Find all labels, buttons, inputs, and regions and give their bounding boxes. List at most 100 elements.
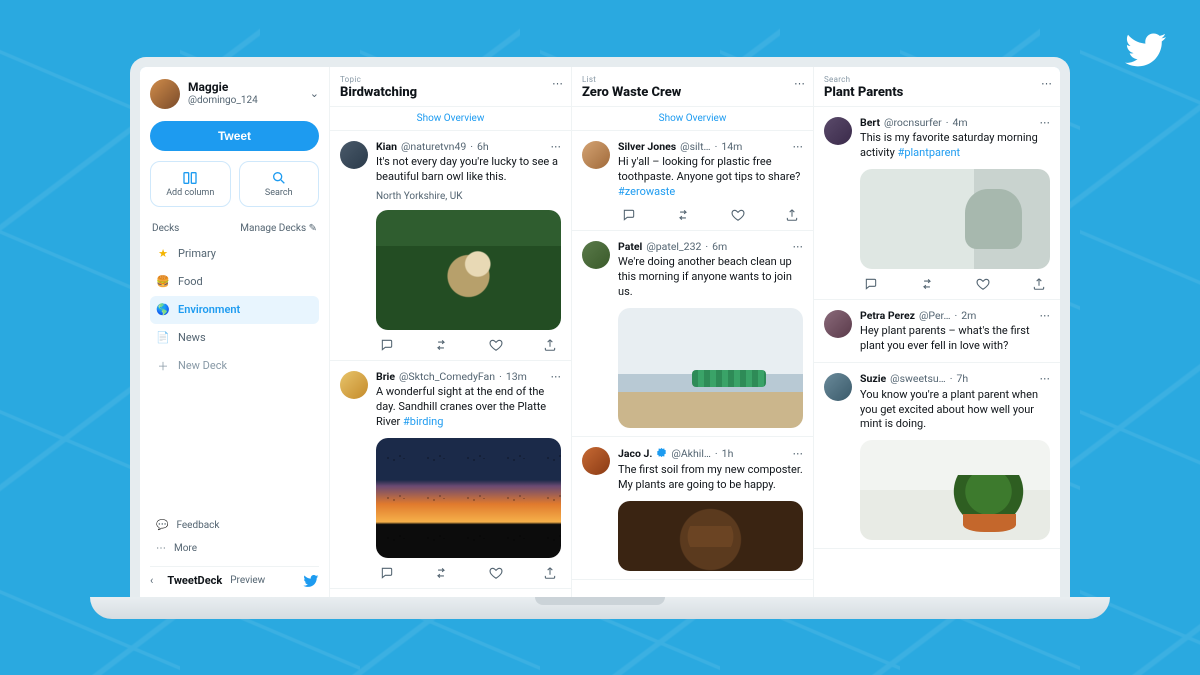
plus-icon: ＋ xyxy=(156,359,170,373)
retweet-icon[interactable] xyxy=(434,338,448,352)
tweet-author[interactable]: Brie xyxy=(376,371,395,384)
retweet-icon[interactable] xyxy=(920,277,934,291)
hashtag-link[interactable]: #plantparent xyxy=(898,146,961,159)
tweet[interactable]: Patel @patel_232 · 6m ⋯ We're doing anot… xyxy=(572,231,813,437)
tweet-button[interactable]: Tweet xyxy=(150,121,319,151)
deck-item-primary[interactable]: ★ Primary xyxy=(150,240,319,268)
like-icon[interactable] xyxy=(489,566,503,580)
avatar[interactable] xyxy=(824,117,852,145)
tweet[interactable]: Suzie @sweetsu… · 7h ⋯ You know you're a… xyxy=(814,363,1060,549)
tweet-author[interactable]: Suzie xyxy=(860,373,886,386)
column-kind: List xyxy=(582,75,803,84)
reply-icon[interactable] xyxy=(864,277,878,291)
tweet-handle: @Per… xyxy=(919,310,951,323)
tweet-time: 14m xyxy=(721,141,742,154)
tweet[interactable]: Petra Perez @Per… · 2m ⋯ Hey plant paren… xyxy=(814,300,1060,363)
column-settings-icon[interactable]: ⋯ xyxy=(794,77,805,90)
retweet-icon[interactable] xyxy=(676,208,690,222)
tweet-media[interactable] xyxy=(376,210,561,330)
tweet-more-icon[interactable]: ⋯ xyxy=(1040,310,1051,323)
tweet-author[interactable]: Bert xyxy=(860,117,880,130)
avatar[interactable] xyxy=(340,371,368,399)
add-column-button[interactable]: Add column xyxy=(150,161,231,207)
tweet[interactable]: Brie @Sktch_ComedyFan · 13m ⋯ A wonderfu… xyxy=(330,361,571,589)
more-link[interactable]: ⋯ More xyxy=(150,537,319,560)
tweet-location: North Yorkshire, UK xyxy=(376,191,561,202)
deck-label: Food xyxy=(178,275,203,288)
show-overview-link[interactable]: Show Overview xyxy=(330,107,571,131)
tweet[interactable]: Silver Jones @silt… · 14m ⋯ Hi y'all – l… xyxy=(572,131,813,231)
deck-label: Environment xyxy=(178,303,240,316)
column-settings-icon[interactable]: ⋯ xyxy=(552,77,563,90)
tweet-author[interactable]: Petra Perez xyxy=(860,310,915,323)
tweet[interactable]: Bert @rocnsurfer · 4m ⋯ This is my favor… xyxy=(814,107,1060,300)
tweet[interactable]: Jaco J. @Akhil… · 1h ⋯ The first soil fr… xyxy=(572,437,813,580)
search-button[interactable]: Search xyxy=(239,161,320,207)
tweet-author[interactable]: Silver Jones xyxy=(618,141,676,154)
tweet[interactable]: Kian @naturetvn49 · 6h ⋯ It's not every … xyxy=(330,131,571,361)
avatar[interactable] xyxy=(582,447,610,475)
share-icon[interactable] xyxy=(785,208,799,222)
column-header[interactable]: Search Plant Parents ⋯ xyxy=(814,67,1060,107)
column-zero-waste: List Zero Waste Crew ⋯ Show Overview Sil… xyxy=(572,67,814,597)
reply-icon[interactable] xyxy=(380,566,394,580)
twitter-logo-icon xyxy=(1124,28,1168,76)
star-icon: ★ xyxy=(156,247,170,261)
tweet-text: Hi y'all – looking for plastic free toot… xyxy=(618,155,803,200)
tweet-text: A wonderful sight at the end of the day.… xyxy=(376,385,561,430)
retweet-icon[interactable] xyxy=(434,566,448,580)
deck-item-news[interactable]: 📄 News xyxy=(150,324,319,352)
column-header[interactable]: List Zero Waste Crew ⋯ xyxy=(572,67,813,107)
user-handle: @domingo_124 xyxy=(188,95,258,107)
add-column-label: Add column xyxy=(166,188,214,198)
tweet-media[interactable] xyxy=(618,308,803,428)
tweet-more-icon[interactable]: ⋯ xyxy=(551,141,562,154)
tweet-media[interactable] xyxy=(618,501,803,571)
tweet-more-icon[interactable]: ⋯ xyxy=(793,241,804,254)
manage-decks-link[interactable]: Manage Decks ✎ xyxy=(240,223,317,234)
hashtag-link[interactable]: #birding xyxy=(403,415,443,428)
tweet-more-icon[interactable]: ⋯ xyxy=(1040,373,1051,386)
more-label: More xyxy=(174,543,197,554)
column-header[interactable]: Topic Birdwatching ⋯ xyxy=(330,67,571,107)
tweet-more-icon[interactable]: ⋯ xyxy=(551,371,562,384)
tweet-time: 6m xyxy=(712,241,727,254)
chevron-down-icon: ⌄ xyxy=(310,87,319,100)
tweet-handle: @silt… xyxy=(680,141,710,154)
feedback-link[interactable]: 💬 Feedback xyxy=(150,514,319,537)
collapse-icon[interactable]: ‹ xyxy=(150,574,153,587)
tweet-handle: @Sktch_ComedyFan xyxy=(399,371,495,384)
tweet-author[interactable]: Jaco J. xyxy=(618,448,652,461)
avatar[interactable] xyxy=(824,373,852,401)
reply-icon[interactable] xyxy=(622,208,636,222)
new-deck-button[interactable]: ＋ New Deck xyxy=(150,352,319,380)
deck-item-environment[interactable]: 🌎 Environment xyxy=(150,296,319,324)
avatar[interactable] xyxy=(340,141,368,169)
account-switcher[interactable]: Maggie @domingo_124 ⌄ xyxy=(150,79,319,109)
news-icon: 📄 xyxy=(156,331,170,345)
like-icon[interactable] xyxy=(489,338,503,352)
tweet-more-icon[interactable]: ⋯ xyxy=(793,448,804,461)
avatar[interactable] xyxy=(582,241,610,269)
tweet-media[interactable] xyxy=(376,438,561,558)
columns-container: Topic Birdwatching ⋯ Show Overview Kian xyxy=(330,67,1060,597)
hashtag-link[interactable]: #zerowaste xyxy=(618,185,675,198)
tweet-author[interactable]: Patel xyxy=(618,241,642,254)
share-icon[interactable] xyxy=(1032,277,1046,291)
share-icon[interactable] xyxy=(543,566,557,580)
tweet-more-icon[interactable]: ⋯ xyxy=(1040,117,1051,130)
tweet-more-icon[interactable]: ⋯ xyxy=(793,141,804,154)
avatar[interactable] xyxy=(824,310,852,338)
tweet-actions xyxy=(618,208,803,222)
column-settings-icon[interactable]: ⋯ xyxy=(1041,77,1052,90)
avatar[interactable] xyxy=(582,141,610,169)
tweet-author[interactable]: Kian xyxy=(376,141,397,154)
like-icon[interactable] xyxy=(731,208,745,222)
tweet-media[interactable] xyxy=(860,440,1050,540)
reply-icon[interactable] xyxy=(380,338,394,352)
show-overview-link[interactable]: Show Overview xyxy=(572,107,813,131)
like-icon[interactable] xyxy=(976,277,990,291)
deck-item-food[interactable]: 🍔 Food xyxy=(150,268,319,296)
tweet-media[interactable] xyxy=(860,169,1050,269)
share-icon[interactable] xyxy=(543,338,557,352)
